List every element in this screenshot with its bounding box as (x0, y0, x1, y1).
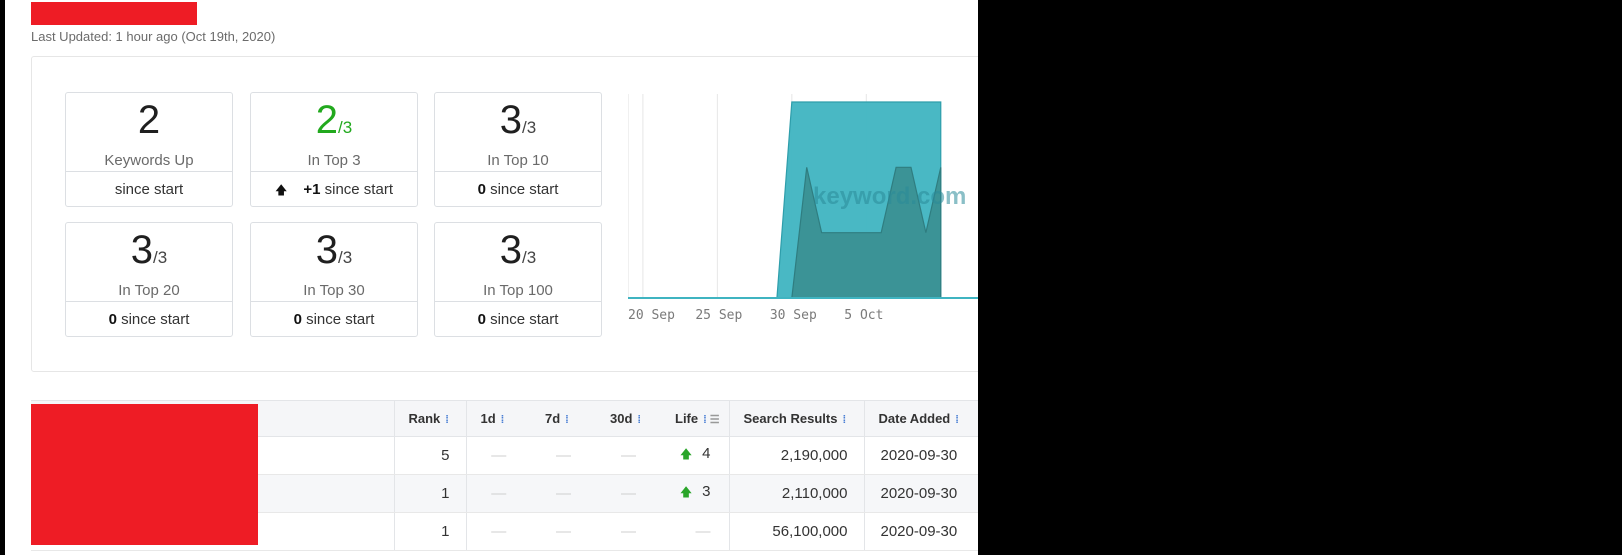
stat-label: In Top 100 (483, 282, 553, 299)
dashboard-panel: Last Updated: 1 hour ago (Oct 19th, 2020… (0, 0, 978, 555)
date-added-cell: 2020-09-30 (863, 436, 978, 475)
search-results-cell: 56,100,000 (728, 512, 864, 551)
arrow-up-icon: 🡅 (275, 183, 288, 197)
column-header-30d[interactable]: 30d ⁞ (596, 400, 661, 437)
stat-change: 0 since start (477, 311, 559, 328)
rank-cell: 1 (393, 512, 466, 551)
chart-tick-label: 5 Oct (844, 308, 883, 323)
stat-change: 0 since start (108, 311, 190, 328)
redacted-title (31, 2, 197, 25)
change-30d-cell: — (596, 474, 661, 513)
sort-icon[interactable]: ⁞ (501, 414, 505, 426)
date-added-cell: 2020-09-30 (863, 512, 978, 551)
change-30d-cell: — (596, 436, 661, 475)
stat-label: In Top 20 (118, 282, 180, 299)
sort-icon[interactable]: ⁞ (565, 414, 569, 426)
column-header-1d[interactable]: 1d ⁞ (465, 400, 531, 437)
column-header-life[interactable]: Life ⁞ ☰ (661, 400, 729, 437)
sort-icon[interactable]: ⁞ (842, 414, 846, 426)
stat-card-top20: 3/3 In Top 20 0 since start (65, 222, 233, 337)
change-1d-cell: — (465, 474, 531, 513)
last-updated-text: Last Updated: 1 hour ago (Oct 19th, 2020… (31, 29, 276, 44)
stat-card-top100: 3/3 In Top 100 0 since start (434, 222, 602, 337)
sort-icon[interactable]: ⁞ (637, 414, 641, 426)
column-header-date-added[interactable]: Date Added ⁞ (863, 400, 978, 437)
date-added-cell: 2020-09-30 (863, 474, 978, 513)
stat-change: 0 since start (477, 181, 559, 198)
rank-cell: 5 (393, 436, 466, 475)
life-cell: — (661, 512, 729, 551)
life-cell: 🡅 3 (661, 474, 729, 513)
sort-desc-icon[interactable]: ☰ (710, 414, 720, 426)
stat-value: 2 (137, 98, 161, 142)
stat-value: 3/3 (499, 228, 537, 272)
column-header-search-results[interactable]: Search Results ⁞ (728, 400, 864, 437)
stat-value: 3/3 (499, 98, 537, 142)
arrow-up-icon: 🡅 (679, 485, 693, 499)
stat-label: Keywords Up (104, 152, 194, 169)
stat-value: 3/3 (315, 228, 353, 272)
redacted-keywords (31, 404, 258, 545)
change-1d-cell: — (465, 512, 531, 551)
stat-label: In Top 30 (303, 282, 365, 299)
stat-card-top30: 3/3 In Top 30 0 since start (250, 222, 418, 337)
stat-value: 3/3 (130, 228, 168, 272)
life-cell: 🡅 4 (661, 436, 729, 475)
stat-label: In Top 10 (487, 152, 549, 169)
stat-change: 0 since start (293, 311, 375, 328)
sort-icon[interactable]: ⁞ (445, 414, 449, 426)
stat-value: 2/3 (315, 98, 353, 142)
chart-watermark: keyword.com (813, 183, 966, 210)
sort-icon[interactable]: ⁞ (703, 414, 707, 426)
change-7d-cell: — (531, 474, 596, 513)
chart-tick-label: 25 Sep (695, 308, 742, 323)
change-7d-cell: — (531, 512, 596, 551)
chart-tick-label: 20 Sep (628, 308, 675, 323)
rank-cell: 1 (393, 474, 466, 513)
change-1d-cell: — (465, 436, 531, 475)
search-results-cell: 2,190,000 (728, 436, 864, 475)
stat-change: since start (114, 181, 184, 198)
chart-tick-label: 30 Sep (770, 308, 817, 323)
stat-change: 🡅 +1 since start (275, 181, 393, 198)
arrow-up-icon: 🡅 (679, 447, 693, 461)
column-header-7d[interactable]: 7d ⁞ (531, 400, 596, 437)
ranking-area-chart: keyword.com 20 Sep 25 Sep 30 Sep 5 Oct (628, 94, 978, 323)
sort-icon[interactable]: ⁞ (955, 414, 959, 426)
stat-card-keywords-up: 2 Keywords Up since start (65, 92, 233, 207)
search-results-cell: 2,110,000 (728, 474, 864, 513)
change-7d-cell: — (531, 436, 596, 475)
stat-card-top10: 3/3 In Top 10 0 since start (434, 92, 602, 207)
stat-label: In Top 3 (307, 152, 361, 169)
stat-card-top3: 2/3 In Top 3 🡅 +1 since start (250, 92, 418, 207)
change-30d-cell: — (596, 512, 661, 551)
column-header-rank[interactable]: Rank ⁞ (393, 400, 466, 437)
